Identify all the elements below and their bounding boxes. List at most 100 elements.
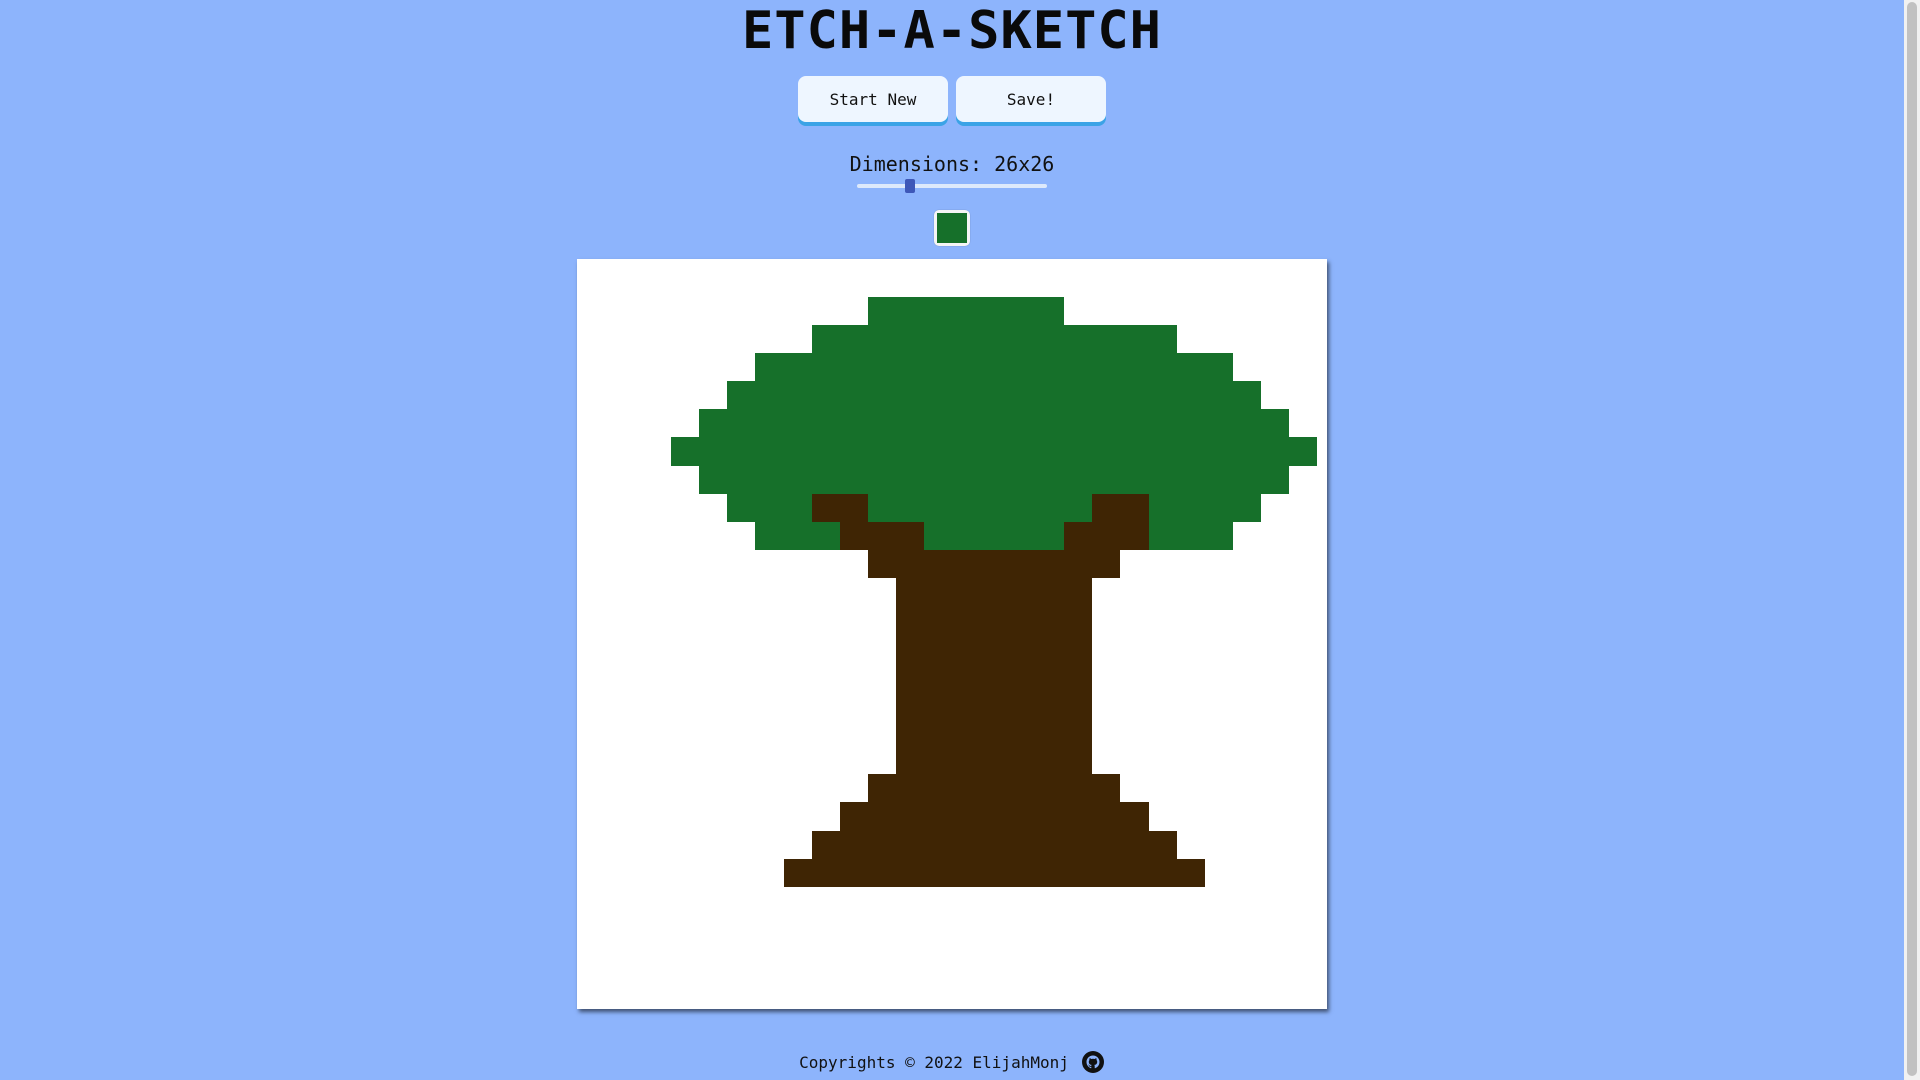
grid-cell[interactable]	[699, 409, 728, 438]
grid-cell[interactable]	[1288, 690, 1317, 719]
grid-cell[interactable]	[980, 297, 1009, 326]
grid-cell[interactable]	[727, 718, 756, 747]
grid-cell[interactable]	[671, 437, 700, 466]
grid-cell[interactable]	[839, 690, 868, 719]
grid-cell[interactable]	[783, 381, 812, 410]
grid-cell[interactable]	[1288, 746, 1317, 775]
grid-cell[interactable]	[1204, 437, 1233, 466]
grid-cell[interactable]	[1120, 970, 1149, 999]
grid-cell[interactable]	[727, 269, 756, 298]
grid-cell[interactable]	[1232, 409, 1261, 438]
grid-cell[interactable]	[587, 269, 616, 298]
grid-cell[interactable]	[1204, 269, 1233, 298]
grid-cell[interactable]	[1232, 942, 1261, 971]
grid-cell[interactable]	[1008, 521, 1037, 550]
grid-cell[interactable]	[615, 465, 644, 494]
grid-cell[interactable]	[615, 409, 644, 438]
grid-cell[interactable]	[1288, 718, 1317, 747]
grid-cell[interactable]	[587, 577, 616, 606]
grid-cell[interactable]	[1008, 914, 1037, 943]
grid-cell[interactable]	[1260, 409, 1289, 438]
grid-cell[interactable]	[1176, 409, 1205, 438]
grid-cell[interactable]	[1064, 802, 1093, 831]
grid-cell[interactable]	[980, 830, 1009, 859]
grid-cell[interactable]	[643, 577, 672, 606]
grid-cell[interactable]	[587, 858, 616, 887]
grid-cell[interactable]	[839, 521, 868, 550]
grid-cell[interactable]	[980, 577, 1009, 606]
grid-cell[interactable]	[643, 718, 672, 747]
grid-cell[interactable]	[1176, 774, 1205, 803]
grid-cell[interactable]	[1036, 381, 1065, 410]
grid-cell[interactable]	[1008, 465, 1037, 494]
grid-cell[interactable]	[1120, 914, 1149, 943]
grid-cell[interactable]	[587, 830, 616, 859]
grid-cell[interactable]	[1120, 493, 1149, 522]
grid-cell[interactable]	[1288, 437, 1317, 466]
grid-cell[interactable]	[1232, 802, 1261, 831]
grid-cell[interactable]	[671, 409, 700, 438]
grid-cell[interactable]	[1148, 886, 1177, 915]
grid-cell[interactable]	[952, 437, 981, 466]
grid-cell[interactable]	[1064, 577, 1093, 606]
grid-cell[interactable]	[783, 577, 812, 606]
grid-cell[interactable]	[1120, 325, 1149, 354]
grid-cell[interactable]	[587, 914, 616, 943]
grid-cell[interactable]	[755, 970, 784, 999]
grid-cell[interactable]	[980, 914, 1009, 943]
grid-cell[interactable]	[1204, 381, 1233, 410]
grid-cell[interactable]	[783, 746, 812, 775]
grid-cell[interactable]	[643, 970, 672, 999]
grid-cell[interactable]	[1260, 690, 1289, 719]
grid-cell[interactable]	[1008, 549, 1037, 578]
grid-cell[interactable]	[783, 297, 812, 326]
grid-cell[interactable]	[1176, 690, 1205, 719]
grid-cell[interactable]	[615, 381, 644, 410]
grid-cell[interactable]	[1176, 297, 1205, 326]
grid-cell[interactable]	[923, 493, 952, 522]
grid-cell[interactable]	[952, 886, 981, 915]
grid-cell[interactable]	[671, 914, 700, 943]
grid-cell[interactable]	[643, 605, 672, 634]
grid-cell[interactable]	[811, 914, 840, 943]
grid-cell[interactable]	[1064, 465, 1093, 494]
grid-cell[interactable]	[699, 353, 728, 382]
grid-cell[interactable]	[587, 886, 616, 915]
grid-cell[interactable]	[1148, 325, 1177, 354]
grid-cell[interactable]	[615, 353, 644, 382]
grid-cell[interactable]	[671, 493, 700, 522]
grid-cell[interactable]	[1260, 634, 1289, 663]
grid-cell[interactable]	[671, 746, 700, 775]
grid-cell[interactable]	[1232, 353, 1261, 382]
grid-cell[interactable]	[1008, 830, 1037, 859]
grid-cell[interactable]	[1260, 549, 1289, 578]
grid-cell[interactable]	[783, 634, 812, 663]
grid-cell[interactable]	[867, 325, 896, 354]
grid-cell[interactable]	[1288, 325, 1317, 354]
grid-cell[interactable]	[699, 297, 728, 326]
grid-cell[interactable]	[895, 297, 924, 326]
grid-cell[interactable]	[839, 605, 868, 634]
grid-cell[interactable]	[1260, 381, 1289, 410]
grid-cell[interactable]	[895, 774, 924, 803]
grid-cell[interactable]	[699, 662, 728, 691]
grid-cell[interactable]	[1232, 634, 1261, 663]
grid-cell[interactable]	[1204, 802, 1233, 831]
grid-cell[interactable]	[755, 886, 784, 915]
grid-cell[interactable]	[1064, 269, 1093, 298]
grid-cell[interactable]	[699, 605, 728, 634]
grid-cell[interactable]	[1064, 774, 1093, 803]
grid-cell[interactable]	[1092, 437, 1121, 466]
grid-cell[interactable]	[895, 690, 924, 719]
grid-cell[interactable]	[1232, 577, 1261, 606]
grid-cell[interactable]	[783, 690, 812, 719]
grid-cell[interactable]	[1092, 465, 1121, 494]
grid-cell[interactable]	[1092, 605, 1121, 634]
grid-cell[interactable]	[615, 914, 644, 943]
grid-cell[interactable]	[1120, 409, 1149, 438]
grid-cell[interactable]	[1260, 297, 1289, 326]
grid-cell[interactable]	[811, 690, 840, 719]
grid-cell[interactable]	[727, 437, 756, 466]
grid-cell[interactable]	[1148, 662, 1177, 691]
grid-cell[interactable]	[1120, 942, 1149, 971]
